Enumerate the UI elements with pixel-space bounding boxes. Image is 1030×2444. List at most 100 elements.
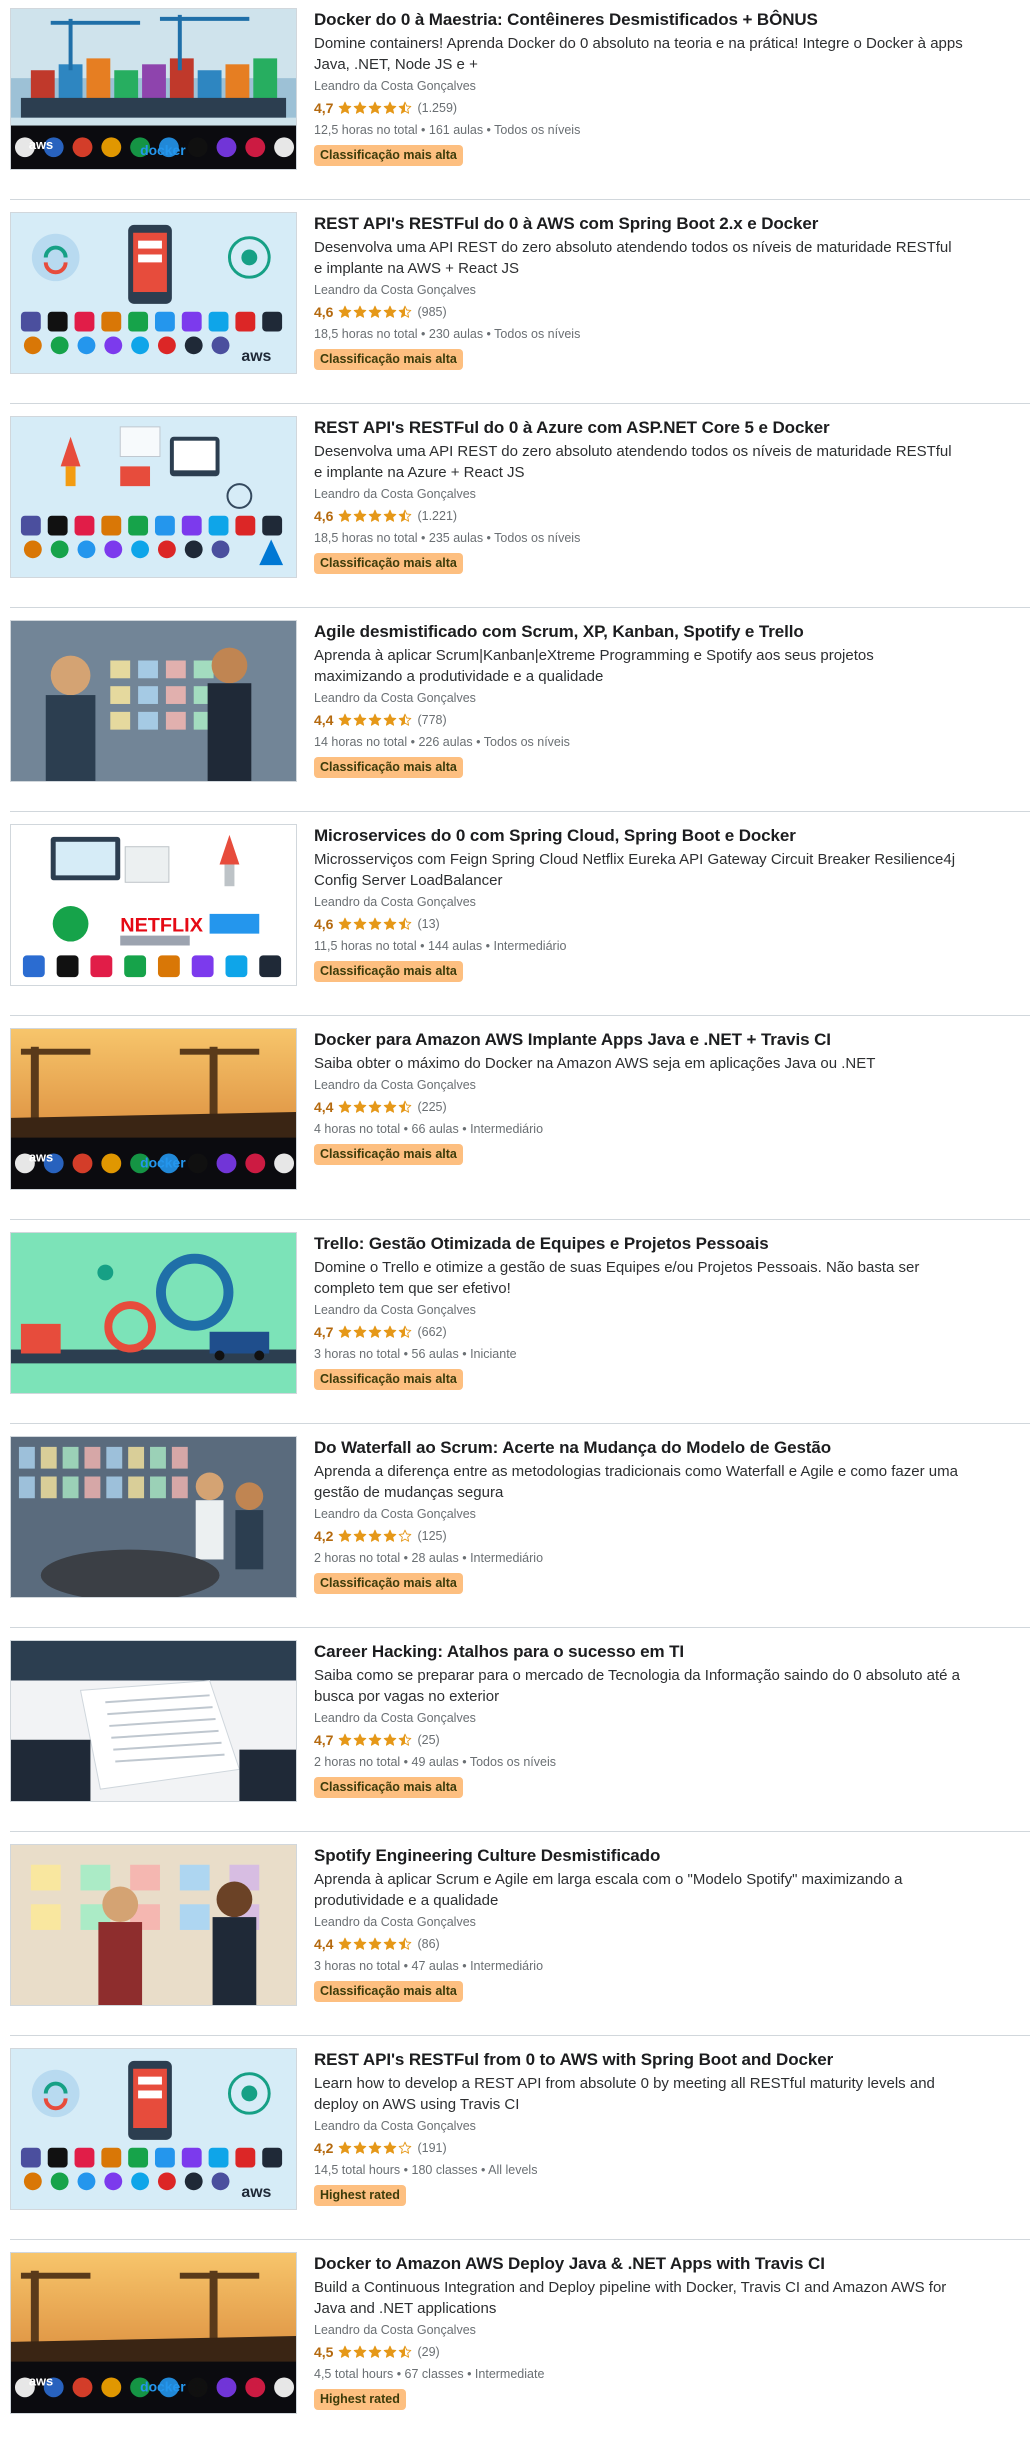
course-meta: 18,5 horas no total • 230 aulas • Todos … <box>314 327 581 341</box>
star-icon <box>369 1937 382 1950</box>
star-icon <box>384 1325 397 1338</box>
course-info: Spotify Engineering Culture Desmistifica… <box>314 1844 994 2002</box>
review-count: (191) <box>417 2141 447 2155</box>
course-card[interactable]: Spotify Engineering Culture Desmistifica… <box>10 1836 1030 2036</box>
course-title[interactable]: Trello: Gestão Otimizada de Equipes e Pr… <box>314 1233 994 1255</box>
course-author: Leandro da Costa Gonçalves <box>314 1507 476 1521</box>
course-headline: Saiba obter o máximo do Docker na Amazon… <box>314 1055 876 1072</box>
star-icon <box>384 2141 397 2154</box>
course-title[interactable]: Agile desmistificado com Scrum, XP, Kanb… <box>314 621 994 643</box>
star-icon <box>354 1100 367 1113</box>
star-icon <box>384 101 397 114</box>
star-icon <box>399 713 412 726</box>
course-card[interactable]: Agile desmistificado com Scrum, XP, Kanb… <box>10 612 1030 812</box>
star-icon <box>339 305 352 318</box>
star-icon <box>339 1529 352 1542</box>
course-card[interactable]: REST API's RESTFul do 0 à Azure com ASP.… <box>10 408 1030 608</box>
course-meta: 4,5 total hours • 67 classes • Intermedi… <box>314 2367 545 2381</box>
star-icon <box>339 1937 352 1950</box>
course-card[interactable]: aws REST API's RESTFul do 0 à AWS com Sp… <box>10 204 1030 404</box>
course-thumbnail[interactable] <box>10 1436 297 1598</box>
course-headline: Aprenda à aplicar Scrum|Kanban|eXtreme P… <box>314 647 874 685</box>
star-icon <box>369 917 382 930</box>
course-title[interactable]: Career Hacking: Atalhos para o sucesso e… <box>314 1641 994 1663</box>
rating-row: 4,6 (13) <box>314 914 994 934</box>
rating-value: 4,4 <box>314 1936 334 1952</box>
svg-text:docker: docker <box>140 142 186 158</box>
star-icon <box>354 1937 367 1950</box>
star-icon <box>354 1325 367 1338</box>
course-title[interactable]: Docker to Amazon AWS Deploy Java & .NET … <box>314 2253 994 2275</box>
svg-text:docker: docker <box>140 2378 186 2394</box>
course-meta: 12,5 horas no total • 161 aulas • Todos … <box>314 123 581 137</box>
star-icon <box>369 305 382 318</box>
rating-value: 4,7 <box>314 1324 334 1340</box>
star-rating <box>338 509 412 523</box>
star-icon <box>384 713 397 726</box>
course-author: Leandro da Costa Gonçalves <box>314 487 476 501</box>
star-rating <box>338 1529 412 1543</box>
course-title[interactable]: Do Waterfall ao Scrum: Acerte na Mudança… <box>314 1437 994 1459</box>
star-icon <box>399 305 412 318</box>
course-thumbnail[interactable]: NETFLIX <box>10 824 297 986</box>
star-icon <box>354 1529 367 1542</box>
course-card[interactable]: aws REST API's RESTFul from 0 to AWS wit… <box>10 2040 1030 2240</box>
course-thumbnail[interactable] <box>10 1844 297 2006</box>
course-thumbnail[interactable]: aws docker <box>10 1028 297 1190</box>
review-count: (1.259) <box>417 101 458 115</box>
rating-value: 4,6 <box>314 916 334 932</box>
course-meta: 14 horas no total • 226 aulas • Todos os… <box>314 735 570 749</box>
course-card[interactable]: Trello: Gestão Otimizada de Equipes e Pr… <box>10 1224 1030 1424</box>
course-card[interactable]: Career Hacking: Atalhos para o sucesso e… <box>10 1632 1030 1832</box>
course-author: Leandro da Costa Gonçalves <box>314 691 476 705</box>
star-icon <box>384 305 397 318</box>
svg-text:aws: aws <box>241 2184 271 2201</box>
course-thumbnail[interactable]: aws docker <box>10 8 297 170</box>
course-thumbnail[interactable]: aws <box>10 2048 297 2210</box>
course-thumbnail-image <box>11 621 296 781</box>
highest-rated-badge: Classificação mais alta <box>314 553 463 574</box>
review-count: (125) <box>417 1529 447 1543</box>
course-title[interactable]: REST API's RESTFul do 0 à AWS com Spring… <box>314 213 994 235</box>
review-count: (1.221) <box>417 509 458 523</box>
review-count: (13) <box>417 917 440 931</box>
course-title[interactable]: Microservices do 0 com Spring Cloud, Spr… <box>314 825 994 847</box>
star-icon <box>384 917 397 930</box>
course-thumbnail[interactable] <box>10 1640 297 1802</box>
course-thumbnail[interactable] <box>10 1232 297 1394</box>
course-thumbnail[interactable] <box>10 620 297 782</box>
course-title[interactable]: Docker para Amazon AWS Implante Apps Jav… <box>314 1029 994 1051</box>
star-icon <box>354 509 367 522</box>
star-icon <box>399 1529 412 1542</box>
star-icon <box>369 101 382 114</box>
rating-row: 4,2 (125) <box>314 1526 994 1546</box>
course-card[interactable]: aws docker Docker do 0 à Maestria: Contêi… <box>10 0 1030 200</box>
course-card[interactable]: Do Waterfall ao Scrum: Acerte na Mudança… <box>10 1428 1030 1628</box>
course-card[interactable]: NETFLIX Microservices do 0 com Spring Cl… <box>10 816 1030 1016</box>
star-icon <box>339 1100 352 1113</box>
star-rating <box>338 1325 412 1339</box>
star-icon <box>399 2345 412 2358</box>
course-thumbnail[interactable]: aws <box>10 212 297 374</box>
highest-rated-badge: Highest rated <box>314 2389 406 2410</box>
course-title[interactable]: Spotify Engineering Culture Desmistifica… <box>314 1845 994 1867</box>
star-icon <box>354 101 367 114</box>
star-icon <box>354 2141 367 2154</box>
course-title[interactable]: Docker do 0 à Maestria: Contêineres Desm… <box>314 9 994 31</box>
course-title[interactable]: REST API's RESTFul do 0 à Azure com ASP.… <box>314 417 994 439</box>
course-thumbnail[interactable]: aws docker <box>10 2252 297 2414</box>
course-info: Docker do 0 à Maestria: Contêineres Desm… <box>314 8 994 166</box>
course-thumbnail[interactable] <box>10 416 297 578</box>
course-author: Leandro da Costa Gonçalves <box>314 2119 476 2133</box>
star-icon <box>339 1733 352 1746</box>
course-title[interactable]: REST API's RESTFul from 0 to AWS with Sp… <box>314 2049 994 2071</box>
rating-value: 4,6 <box>314 508 334 524</box>
course-author: Leandro da Costa Gonçalves <box>314 2323 476 2337</box>
rating-value: 4,7 <box>314 100 334 116</box>
course-card[interactable]: aws docker Docker to Amazon AWS Deploy Ja… <box>10 2244 1030 2444</box>
course-headline: Microsserviços com Feign Spring Cloud Ne… <box>314 851 956 889</box>
review-count: (86) <box>417 1937 440 1951</box>
star-icon <box>354 1733 367 1746</box>
svg-text:aws: aws <box>29 1149 53 1164</box>
course-card[interactable]: aws docker Docker para Amazon AWS Implant… <box>10 1020 1030 1220</box>
